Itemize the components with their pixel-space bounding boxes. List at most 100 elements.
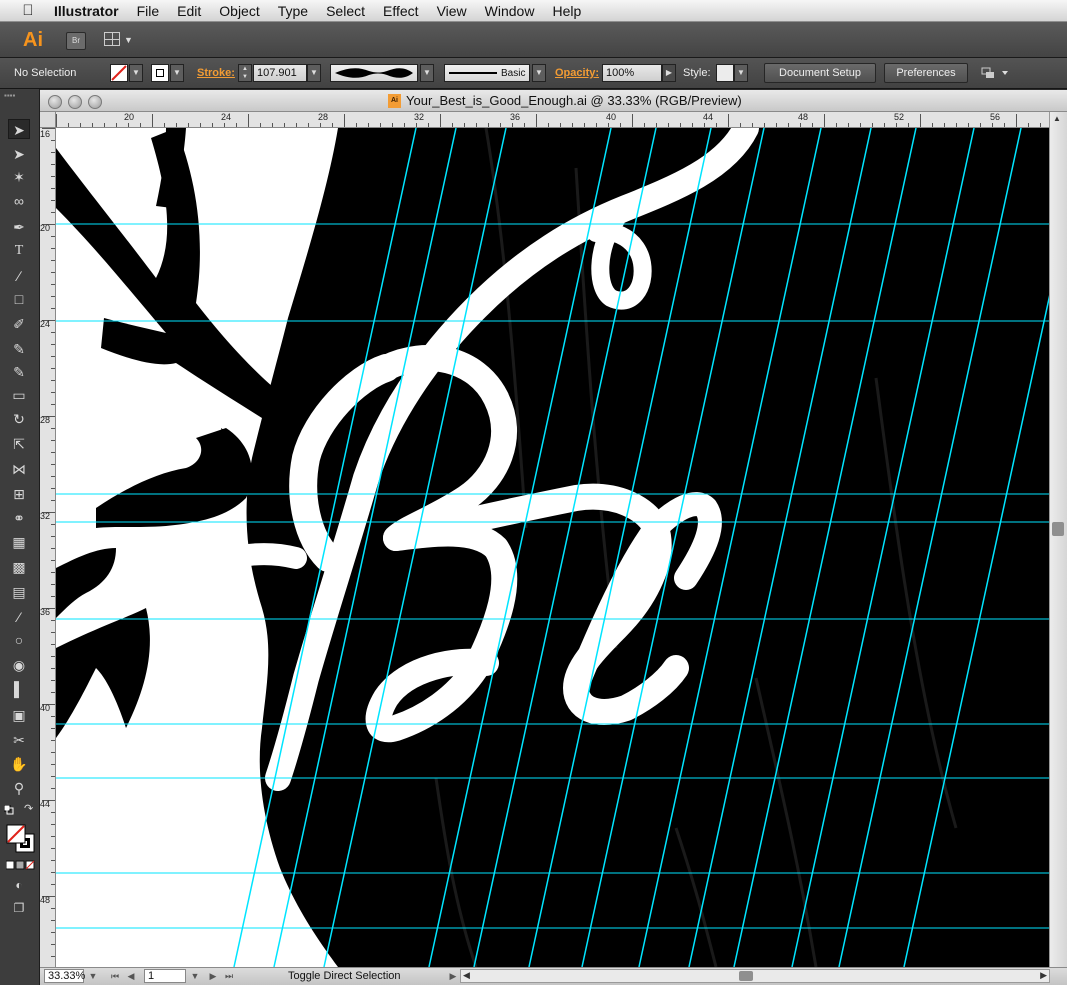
scroll-up-icon[interactable]: ▲ xyxy=(1053,114,1061,123)
fill-stroke-proxy[interactable] xyxy=(6,824,36,854)
scroll-right-icon[interactable]: ▶ xyxy=(1040,970,1047,981)
artboard-canvas[interactable] xyxy=(56,128,1049,967)
ruler-origin[interactable] xyxy=(40,112,56,128)
status-menu-icon[interactable]: ▶ xyxy=(446,969,460,983)
line-segment-tool-icon[interactable]: ∕ xyxy=(8,266,30,286)
shape-builder-tool-icon[interactable]: ⚭ xyxy=(8,508,30,528)
menu-effect[interactable]: Effect xyxy=(383,3,419,19)
color-mode-buttons[interactable] xyxy=(5,859,36,870)
artboard-number-field[interactable]: 1 xyxy=(144,969,186,983)
column-graph-tool-icon[interactable]: ▌ xyxy=(8,679,30,699)
menu-file[interactable]: File xyxy=(137,3,160,19)
last-artboard-icon[interactable]: ⏭ xyxy=(222,969,236,983)
stroke-dropdown[interactable]: ▼ xyxy=(170,64,184,82)
preferences-button[interactable]: Preferences xyxy=(884,63,968,83)
horizontal-scrollbar[interactable]: ◀ ▶ xyxy=(460,969,1050,983)
panel-menu-button[interactable] xyxy=(980,65,1010,81)
vertical-ruler[interactable]: 16 20 24 28 32 36 40 44 48 xyxy=(40,128,56,967)
swap-fill-stroke-icon[interactable]: ↷ xyxy=(24,802,36,815)
horizontal-scroll-thumb[interactable] xyxy=(739,971,753,981)
close-window-icon[interactable] xyxy=(48,95,62,109)
stroke-weight-input[interactable]: 107.901 xyxy=(253,64,307,82)
menu-object[interactable]: Object xyxy=(219,3,259,19)
artboard-tool-icon[interactable]: ▣ xyxy=(8,705,30,725)
menu-app-name[interactable]: Illustrator xyxy=(54,3,119,19)
status-text[interactable]: Toggle Direct Selection xyxy=(288,970,401,982)
ruler-tick-label: 32 xyxy=(414,112,425,122)
selection-tool-icon[interactable]: ➤ xyxy=(8,119,30,139)
opacity-input[interactable]: 100% xyxy=(602,64,662,82)
stroke-label[interactable]: Stroke: xyxy=(197,67,235,79)
menu-window[interactable]: Window xyxy=(485,3,535,19)
pencil-tool-icon[interactable]: ✎ xyxy=(8,339,30,359)
lasso-tool-icon[interactable]: ∞ xyxy=(8,191,30,211)
brush-dropdown[interactable]: ▼ xyxy=(532,64,546,82)
blend-tool-icon[interactable]: ○ xyxy=(8,630,30,650)
menu-select[interactable]: Select xyxy=(326,3,365,19)
vertical-scrollbar[interactable]: ▲ xyxy=(1049,112,1067,967)
scroll-left-icon[interactable]: ◀ xyxy=(463,970,470,981)
artboard-dropdown-icon[interactable]: ▼ xyxy=(188,969,202,983)
fill-dropdown[interactable]: ▼ xyxy=(129,64,143,82)
symbol-sprayer-tool-icon[interactable]: ◉ xyxy=(8,655,30,675)
graphic-style-dropdown[interactable]: ▼ xyxy=(734,64,748,82)
brush-definition[interactable]: Basic xyxy=(444,64,530,82)
slant-guide[interactable] xyxy=(838,128,1022,967)
type-tool-icon[interactable]: T xyxy=(8,241,30,261)
stroke-stepper[interactable]: ▲ ▼ xyxy=(238,64,252,82)
vertical-scroll-thumb[interactable] xyxy=(1052,522,1064,536)
free-transform-tool-icon[interactable]: ⊞ xyxy=(8,484,30,504)
bridge-button[interactable]: Br xyxy=(66,32,86,50)
document-setup-button[interactable]: Document Setup xyxy=(764,63,876,83)
ruler-tick-label: 20 xyxy=(124,112,135,122)
stroke-swatch[interactable] xyxy=(151,64,169,82)
slant-guide[interactable] xyxy=(903,128,1049,967)
minimize-window-icon[interactable] xyxy=(68,95,82,109)
slant-guide[interactable] xyxy=(733,128,917,967)
slice-tool-icon[interactable]: ✂ xyxy=(8,730,30,750)
zoom-level-field[interactable]: 33.33% xyxy=(44,969,85,983)
next-artboard-icon[interactable]: ▶ xyxy=(206,969,220,983)
blob-brush-tool-icon[interactable]: ✎ xyxy=(8,362,30,382)
pen-tool-icon[interactable]: ✒ xyxy=(8,217,30,237)
screen-mode-icon[interactable]: ❐ xyxy=(8,898,30,918)
graphic-style-swatch[interactable] xyxy=(716,64,734,82)
perspective-grid-tool-icon[interactable]: ▦ xyxy=(8,532,30,552)
previous-artboard-icon[interactable]: ◀ xyxy=(124,969,138,983)
panel-grip-icon[interactable]: ▪▪▪▪ xyxy=(4,92,34,100)
zoom-tool-icon[interactable]: ⚲ xyxy=(8,778,30,798)
menu-view[interactable]: View xyxy=(437,3,467,19)
apple-icon[interactable]:  xyxy=(18,2,38,19)
width-tool-icon[interactable]: ⋈ xyxy=(8,459,30,479)
illustrator-logo: Ai xyxy=(23,29,43,51)
ruler-tick-label: 32 xyxy=(40,511,51,521)
horizontal-ruler[interactable]: 20 24 28 32 36 40 44 48 52 56 xyxy=(56,112,1049,128)
rotate-tool-icon[interactable]: ↻ xyxy=(8,409,30,429)
opacity-label[interactable]: Opacity: xyxy=(555,67,599,79)
drawing-mode-icon[interactable]: ◐ xyxy=(8,875,30,895)
scale-tool-icon[interactable]: ⇱ xyxy=(8,434,30,454)
mesh-tool-icon[interactable]: ▩ xyxy=(8,557,30,577)
menu-edit[interactable]: Edit xyxy=(177,3,201,19)
gradient-tool-icon[interactable]: ▤ xyxy=(8,582,30,602)
zoom-dropdown-icon[interactable]: ▼ xyxy=(86,969,100,983)
opacity-dropdown[interactable]: ▶ xyxy=(662,64,676,82)
menu-type[interactable]: Type xyxy=(278,3,308,19)
first-artboard-icon[interactable]: ⏮ xyxy=(108,969,122,983)
rectangle-tool-icon[interactable]: □ xyxy=(8,289,30,309)
hand-tool-icon[interactable]: ✋ xyxy=(8,754,30,774)
stroke-weight-dropdown[interactable]: ▼ xyxy=(307,64,321,82)
zoom-window-icon[interactable] xyxy=(88,95,102,109)
width-profile-dropdown[interactable]: ▼ xyxy=(420,64,434,82)
paintbrush-tool-icon[interactable]: ✐ xyxy=(8,314,30,334)
menu-help[interactable]: Help xyxy=(552,3,581,19)
slant-guide[interactable] xyxy=(791,128,975,967)
arrange-documents-button[interactable]: ▼ xyxy=(104,32,133,48)
magic-wand-tool-icon[interactable]: ✶ xyxy=(8,167,30,187)
eraser-tool-icon[interactable]: ▭ xyxy=(8,385,30,405)
fill-swatch[interactable] xyxy=(110,64,128,82)
direct-selection-tool-icon[interactable]: ➤ xyxy=(8,144,30,164)
eyedropper-tool-icon[interactable]: ⁄ xyxy=(8,607,30,627)
variable-width-profile[interactable] xyxy=(330,64,418,82)
default-fill-stroke-icon[interactable] xyxy=(3,804,14,815)
